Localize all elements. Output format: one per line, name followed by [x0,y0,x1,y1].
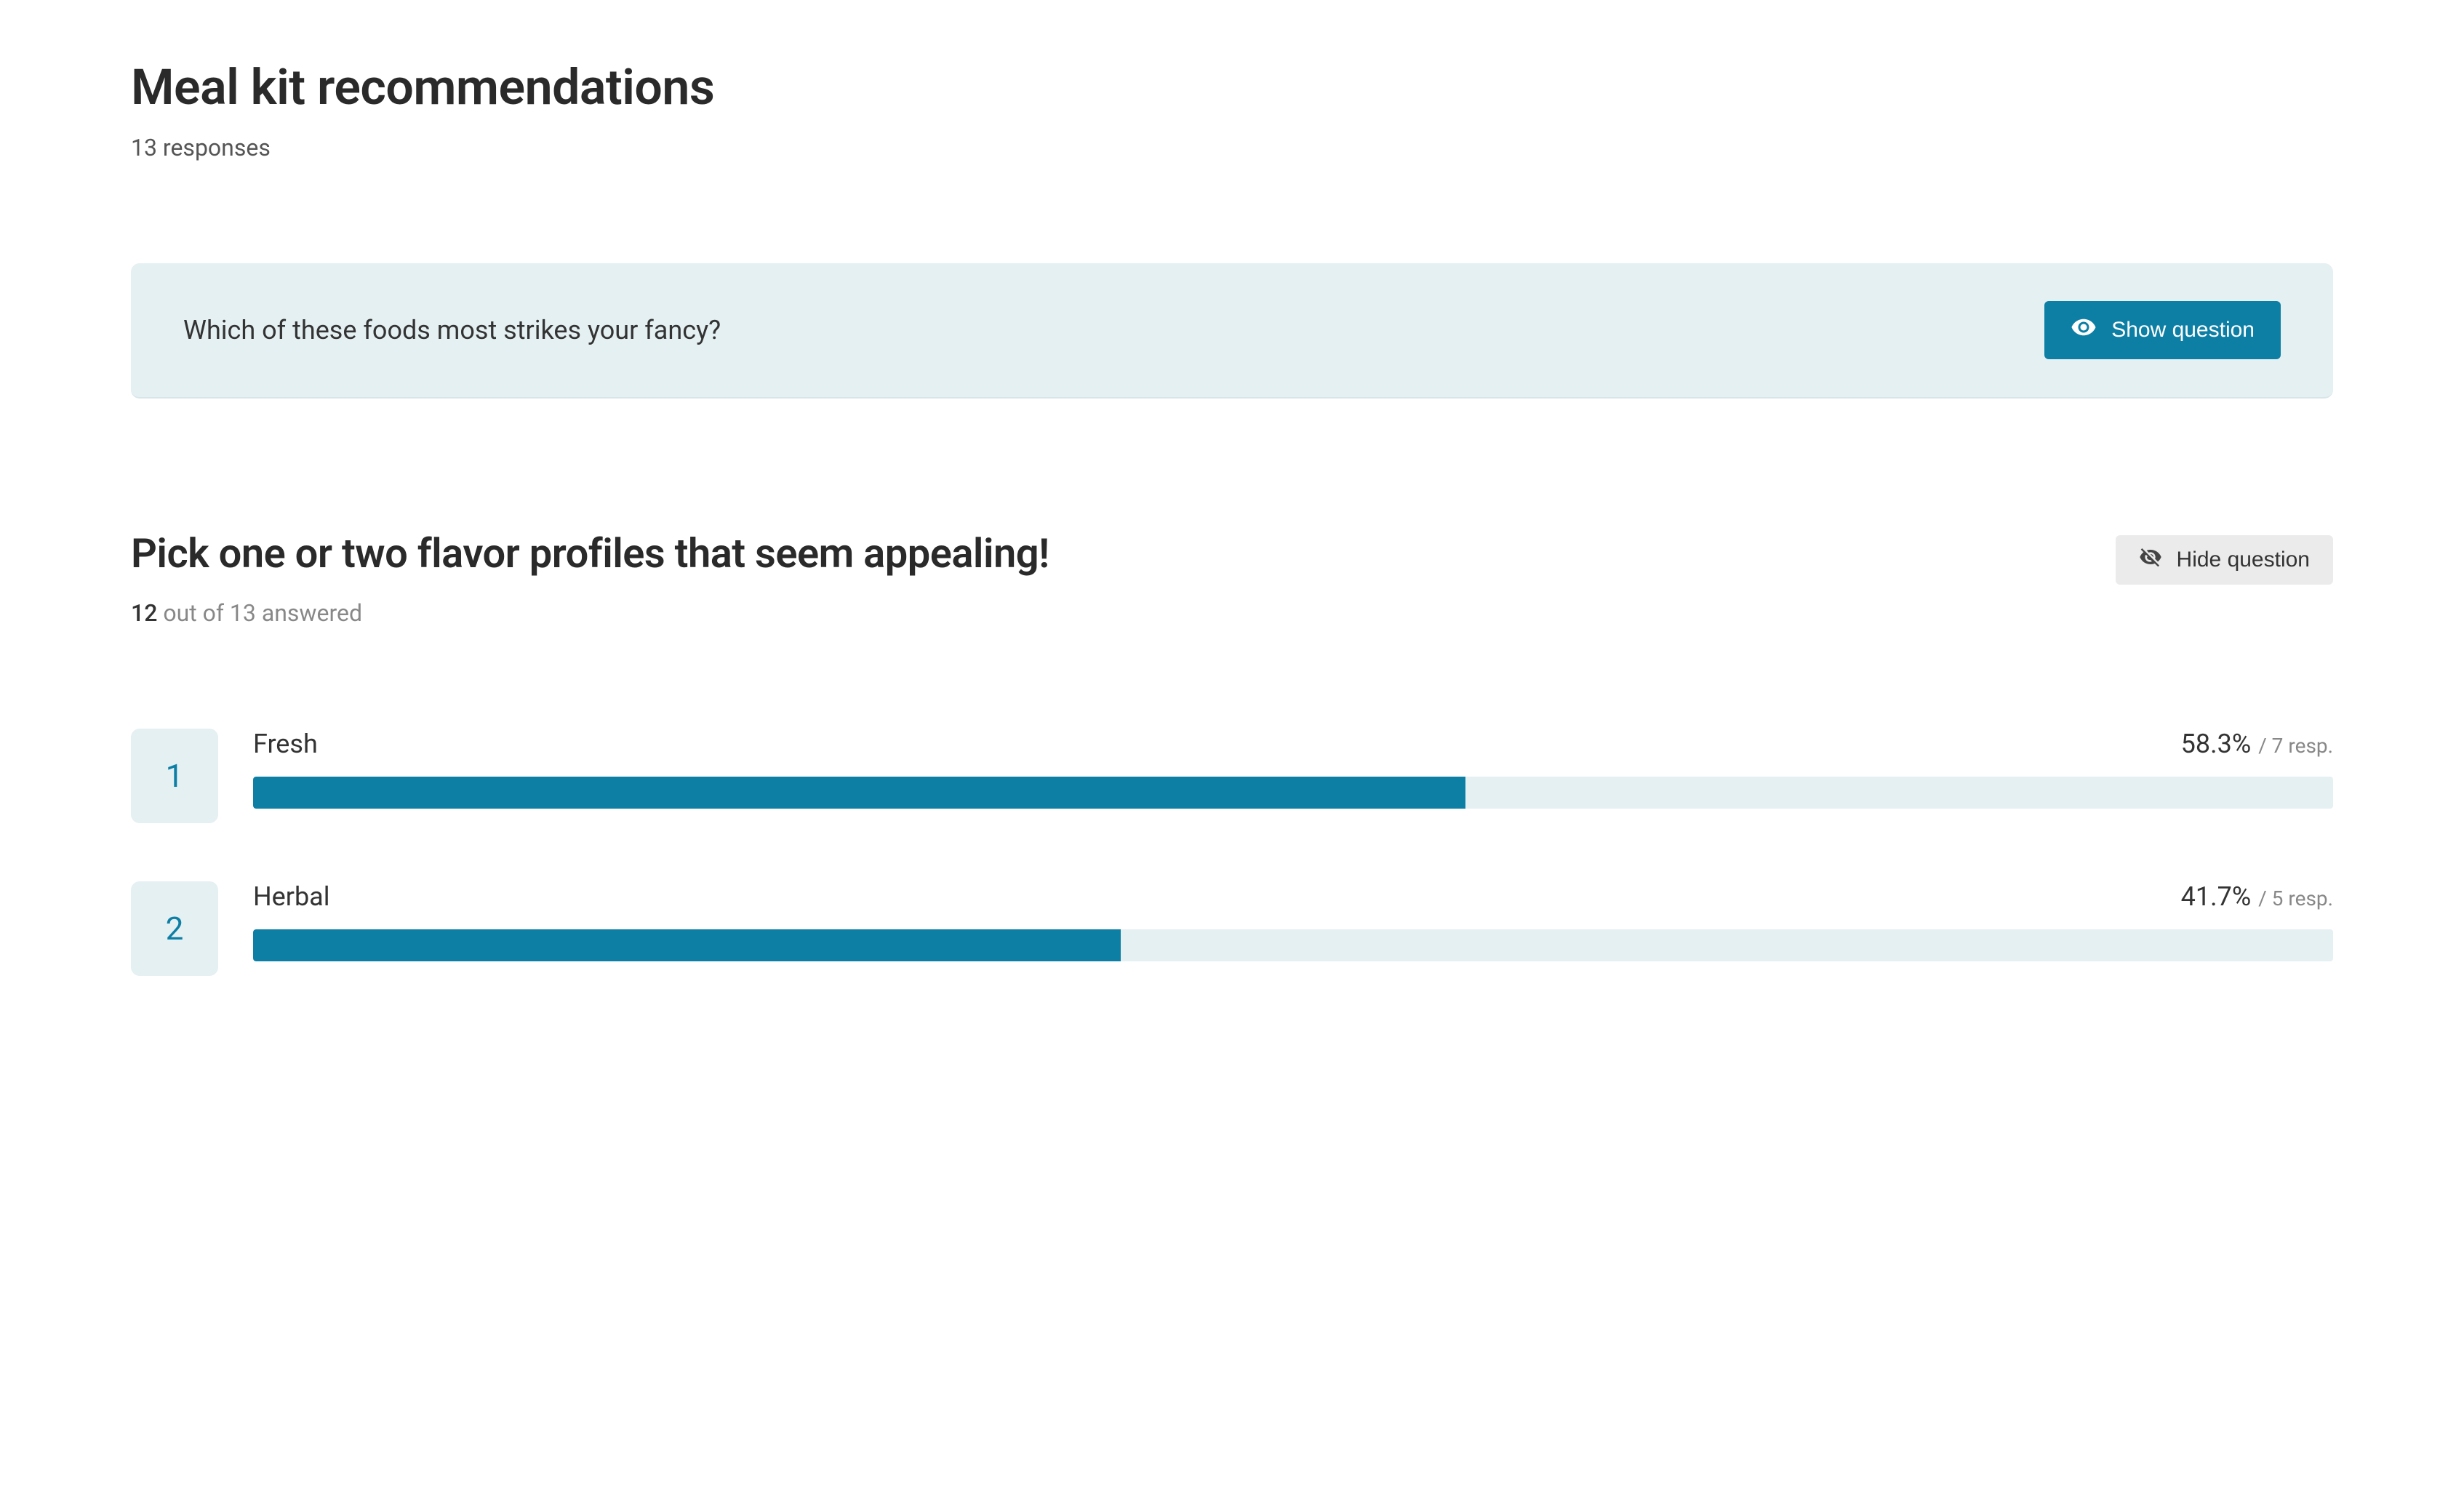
eye-off-icon [2139,545,2162,574]
result-label: Fresh [253,729,318,759]
result-percent: 58.3% [2181,729,2252,759]
result-label: Herbal [253,881,330,912]
page-title: Meal kit recommendations [131,58,2333,116]
show-question-button[interactable]: Show question [2044,301,2281,359]
result-stats: 58.3% / 7 resp. [2181,729,2333,759]
result-row: 2 Herbal 41.7% / 5 resp. [131,881,2333,976]
result-row: 1 Fresh 58.3% / 7 resp. [131,729,2333,823]
rank-badge: 2 [131,881,218,976]
eye-icon [2071,314,2097,346]
result-resp-count: / 5 resp. [2258,886,2333,910]
show-question-label: Show question [2111,318,2255,343]
result-header: Herbal 41.7% / 5 resp. [253,881,2333,912]
result-header: Fresh 58.3% / 7 resp. [253,729,2333,759]
answered-count: 12 [131,599,157,627]
hide-question-button[interactable]: Hide question [2116,535,2333,585]
question-header-row: Pick one or two flavor profiles that see… [131,529,2333,585]
results-list: 1 Fresh 58.3% / 7 resp. 2 Herbal 41.7% /… [131,729,2333,976]
rank-badge: 1 [131,729,218,823]
question-title: Pick one or two flavor profiles that see… [131,529,1049,577]
answered-suffix: out of 13 answered [157,599,362,627]
result-percent: 41.7% [2181,881,2252,912]
hide-question-label: Hide question [2177,548,2310,572]
result-content: Herbal 41.7% / 5 resp. [253,881,2333,961]
response-count: 13 responses [131,134,2333,161]
bar-fill [253,929,1121,961]
hidden-question-text: Which of these foods most strikes your f… [183,315,721,345]
bar-fill [253,777,1465,809]
result-content: Fresh 58.3% / 7 resp. [253,729,2333,809]
result-resp-count: / 7 resp. [2258,734,2333,758]
bar-track [253,929,2333,961]
answered-summary: 12 out of 13 answered [131,599,2333,627]
bar-track [253,777,2333,809]
result-stats: 41.7% / 5 resp. [2181,881,2333,912]
hidden-question-card: Which of these foods most strikes your f… [131,263,2333,398]
